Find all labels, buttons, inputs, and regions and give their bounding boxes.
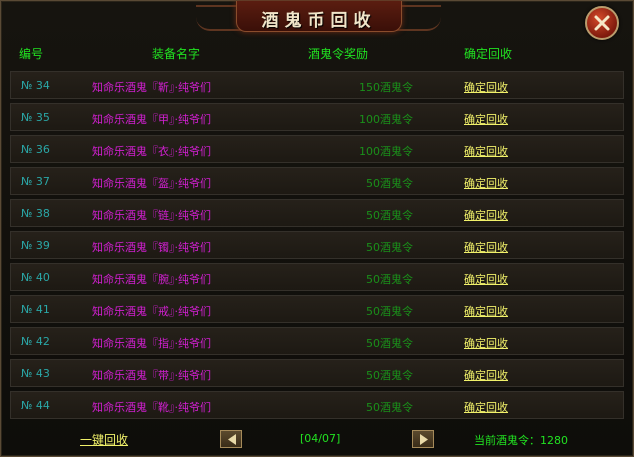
title-bar: 酒鬼币回收 [1, 1, 633, 35]
row-reward: 50酒鬼令 [366, 401, 413, 414]
prev-page-button[interactable] [220, 430, 242, 448]
arrow-right-icon [420, 434, 428, 445]
header-col-number: 编号 [19, 47, 44, 61]
row-item-name: 知命乐酒鬼『戒』·纯爷们 [92, 305, 211, 318]
confirm-recycle-link[interactable]: 确定回收 [464, 111, 508, 127]
row-reward: 50酒鬼令 [366, 209, 413, 222]
confirm-recycle-link[interactable]: 确定回收 [464, 207, 508, 223]
panel-title: 酒鬼币回收 [261, 11, 377, 31]
confirm-recycle-link[interactable]: 确定回收 [464, 367, 508, 383]
row-reward: 100酒鬼令 [359, 113, 413, 126]
arrow-left-icon [228, 434, 236, 445]
table-row: № 44 知命乐酒鬼『靴』·纯爷们 50酒鬼令 确定回收 [10, 391, 624, 419]
row-item-name: 知命乐酒鬼『指』·纯爷们 [92, 337, 211, 350]
row-item-name: 知命乐酒鬼『带』·纯爷们 [92, 369, 211, 382]
close-icon [594, 15, 610, 31]
header-col-name: 装备名字 [152, 47, 201, 61]
header-col-reward: 酒鬼令奖励 [308, 47, 369, 61]
recycle-panel: 酒鬼币回收 编号 装备名字 酒鬼令奖励 确定回收 № 34 知命乐酒鬼『靳』·纯… [0, 0, 634, 457]
row-number: № 38 [21, 207, 50, 220]
row-item-name: 知命乐酒鬼『衣』·纯爷们 [92, 145, 211, 158]
confirm-recycle-link[interactable]: 确定回收 [464, 239, 508, 255]
row-reward: 50酒鬼令 [366, 337, 413, 350]
row-number: № 34 [21, 79, 50, 92]
row-number: № 42 [21, 335, 50, 348]
footer-bar: 一键回收 [04/07] 当前酒鬼令：1280 [2, 425, 632, 453]
table-row: № 43 知命乐酒鬼『带』·纯爷们 50酒鬼令 确定回收 [10, 359, 624, 387]
row-number: № 35 [21, 111, 50, 124]
row-item-name: 知命乐酒鬼『盔』·纯爷们 [92, 177, 211, 190]
confirm-recycle-link[interactable]: 确定回收 [464, 79, 508, 95]
table-row: № 34 知命乐酒鬼『靳』·纯爷们 150酒鬼令 确定回收 [10, 71, 624, 99]
table-row: № 41 知命乐酒鬼『戒』·纯爷们 50酒鬼令 确定回收 [10, 295, 624, 323]
next-page-button[interactable] [412, 430, 434, 448]
confirm-recycle-link[interactable]: 确定回收 [464, 303, 508, 319]
row-reward: 100酒鬼令 [359, 145, 413, 158]
confirm-recycle-link[interactable]: 确定回收 [464, 399, 508, 415]
table-row: № 40 知命乐酒鬼『腕』·纯爷们 50酒鬼令 确定回收 [10, 263, 624, 291]
row-number: № 37 [21, 175, 50, 188]
row-reward: 150酒鬼令 [359, 81, 413, 94]
table-row: № 42 知命乐酒鬼『指』·纯爷们 50酒鬼令 确定回收 [10, 327, 624, 355]
row-item-name: 知命乐酒鬼『镯』·纯爷们 [92, 241, 211, 254]
table-row: № 39 知命乐酒鬼『镯』·纯爷们 50酒鬼令 确定回收 [10, 231, 624, 259]
table-header: 编号 装备名字 酒鬼令奖励 确定回收 [2, 37, 632, 67]
table-row: № 36 知命乐酒鬼『衣』·纯爷们 100酒鬼令 确定回收 [10, 135, 624, 163]
row-reward: 50酒鬼令 [366, 369, 413, 382]
row-reward: 50酒鬼令 [366, 273, 413, 286]
confirm-recycle-link[interactable]: 确定回收 [464, 143, 508, 159]
title-plate: 酒鬼币回收 [236, 1, 402, 32]
close-button[interactable] [585, 6, 619, 40]
confirm-recycle-link[interactable]: 确定回收 [464, 335, 508, 351]
row-reward: 50酒鬼令 [366, 305, 413, 318]
row-reward: 50酒鬼令 [366, 177, 413, 190]
row-number: № 40 [21, 271, 50, 284]
confirm-recycle-link[interactable]: 确定回收 [464, 175, 508, 191]
row-number: № 36 [21, 143, 50, 156]
row-number: № 43 [21, 367, 50, 380]
current-tokens-label: 当前酒鬼令：1280 [474, 434, 568, 447]
confirm-recycle-link[interactable]: 确定回收 [464, 271, 508, 287]
table-row: № 38 知命乐酒鬼『链』·纯爷们 50酒鬼令 确定回收 [10, 199, 624, 227]
table-row: № 35 知命乐酒鬼『甲』·纯爷们 100酒鬼令 确定回收 [10, 103, 624, 131]
row-item-name: 知命乐酒鬼『链』·纯爷们 [92, 209, 211, 222]
row-number: № 44 [21, 399, 50, 412]
recycle-all-link[interactable]: 一键回收 [80, 431, 128, 448]
item-list: № 34 知命乐酒鬼『靳』·纯爷们 150酒鬼令 确定回收 № 35 知命乐酒鬼… [10, 71, 624, 423]
table-row: № 37 知命乐酒鬼『盔』·纯爷们 50酒鬼令 确定回收 [10, 167, 624, 195]
row-reward: 50酒鬼令 [366, 241, 413, 254]
row-number: № 39 [21, 239, 50, 252]
row-item-name: 知命乐酒鬼『靳』·纯爷们 [92, 81, 211, 94]
row-item-name: 知命乐酒鬼『靴』·纯爷们 [92, 401, 211, 414]
page-indicator: [04/07] [300, 432, 341, 445]
header-col-action: 确定回收 [464, 47, 513, 61]
row-number: № 41 [21, 303, 50, 316]
row-item-name: 知命乐酒鬼『甲』·纯爷们 [92, 113, 211, 126]
row-item-name: 知命乐酒鬼『腕』·纯爷们 [92, 273, 211, 286]
